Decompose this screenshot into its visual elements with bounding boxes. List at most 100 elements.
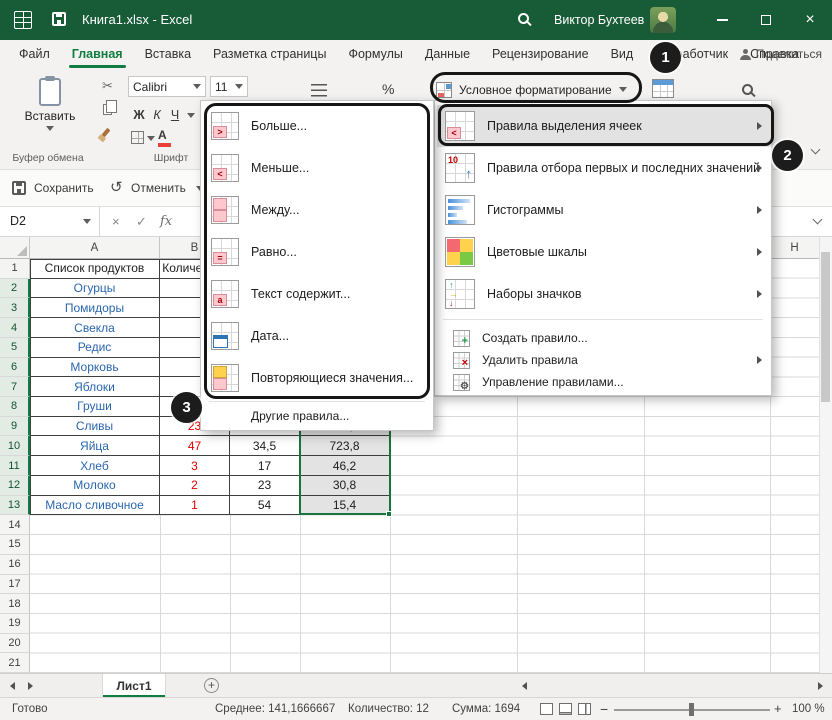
user-name[interactable]: Виктор Бухтеев <box>554 13 644 27</box>
avatar[interactable] <box>650 7 676 33</box>
submenu-item-between[interactable]: Между... <box>203 189 433 231</box>
row-header-2[interactable]: 2 <box>0 279 30 299</box>
row-header-6[interactable]: 6 <box>0 358 30 378</box>
view-normal-button[interactable] <box>540 703 553 715</box>
maximize-button[interactable] <box>744 0 788 40</box>
select-all-corner[interactable] <box>0 237 30 259</box>
row-header-1[interactable]: 1 <box>0 259 30 279</box>
tab-Вставка[interactable]: Вставка <box>134 40 202 68</box>
undo-icon[interactable]: ↺ <box>110 178 123 196</box>
conditional-formatting-button[interactable]: Условное форматирование <box>436 77 627 102</box>
cell-B12[interactable]: 2 <box>160 476 230 496</box>
submenu-item-greater-than[interactable]: >Больше... <box>203 105 433 147</box>
add-sheet-button[interactable]: + <box>204 678 219 693</box>
row-header-18[interactable]: 18 <box>0 594 30 614</box>
cell-A9[interactable]: Сливы <box>30 417 160 437</box>
minimize-button[interactable] <box>700 0 744 40</box>
row-header-11[interactable]: 11 <box>0 456 30 476</box>
row-header-17[interactable]: 17 <box>0 575 30 595</box>
font-size-combo[interactable]: 11 <box>210 76 248 97</box>
submenu-item-duplicate-values[interactable]: Повторяющиеся значения... <box>203 357 433 399</box>
font-name-combo[interactable]: Calibri <box>128 76 206 97</box>
column-header-A[interactable]: A <box>30 237 160 259</box>
tab-Главная[interactable]: Главная <box>61 40 134 68</box>
row-header-4[interactable]: 4 <box>0 318 30 338</box>
enter-icon[interactable]: ✓ <box>136 214 147 230</box>
row-header-15[interactable]: 15 <box>0 535 30 555</box>
name-box[interactable]: D2 <box>0 207 100 236</box>
cell-A4[interactable]: Свекла <box>30 318 160 338</box>
cf-menu-item-color-scales[interactable]: Цветовые шкалы <box>437 231 771 273</box>
ribbon-collapse-chevron[interactable] <box>812 146 819 153</box>
cell-A7[interactable]: Яблоки <box>30 377 160 397</box>
close-button[interactable]: × <box>788 0 832 40</box>
quick-save-icon[interactable] <box>52 12 66 26</box>
tab-Данные[interactable]: Данные <box>414 40 481 68</box>
paste-dropdown-icon[interactable] <box>46 126 54 131</box>
tab-Разметка страницы[interactable]: Разметка страницы <box>202 40 337 68</box>
tab-Файл[interactable]: Файл <box>8 40 61 68</box>
cf-menu-item-top-bottom-rules[interactable]: 10↑Правила отбора первых и последних зна… <box>437 147 771 189</box>
row-header-21[interactable]: 21 <box>0 653 30 673</box>
tab-Вид[interactable]: Вид <box>600 40 645 68</box>
format-painter-button[interactable] <box>104 128 108 137</box>
row-header-8[interactable]: 8 <box>0 397 30 417</box>
tab-Формулы[interactable]: Формулы <box>337 40 413 68</box>
cell-C12[interactable]: 23 <box>230 476 300 496</box>
view-page-break-button[interactable] <box>578 703 591 715</box>
copy-button[interactable] <box>103 104 112 115</box>
format-as-table-icon[interactable] <box>652 79 674 98</box>
cell-B11[interactable]: 3 <box>160 456 230 476</box>
find-button[interactable] <box>742 84 753 95</box>
cell-A10[interactable]: Яйца <box>30 436 160 456</box>
zoom-out-button[interactable]: − <box>600 701 608 717</box>
cf-menu-item-new-rule[interactable]: +Создать правило... <box>437 327 771 349</box>
cell-C11[interactable]: 17 <box>230 456 300 476</box>
cell-A2[interactable]: Огурцы <box>30 279 160 299</box>
submenu-item-less-than[interactable]: <Меньше... <box>203 147 433 189</box>
cut-button[interactable]: ✂ <box>102 78 113 94</box>
row-header-5[interactable]: 5 <box>0 338 30 358</box>
submenu-item-equal-to[interactable]: =Равно... <box>203 231 433 273</box>
row-header-10[interactable]: 10 <box>0 436 30 456</box>
cell-C13[interactable]: 54 <box>230 496 300 516</box>
row-header-13[interactable]: 13 <box>0 496 30 516</box>
cell-A13[interactable]: Масло сливочное <box>30 496 160 516</box>
share-button[interactable]: Поделиться <box>740 47 822 61</box>
zoom-level[interactable]: 100 % <box>792 703 825 715</box>
view-page-layout-button[interactable] <box>559 703 572 715</box>
cf-menu-item-manage-rules[interactable]: ⚙Управление правилами... <box>437 371 771 393</box>
cell-D11[interactable]: 46,2 <box>300 456 390 476</box>
formula-bar-expand-chevron[interactable] <box>814 216 821 223</box>
vertical-scrollbar-thumb[interactable] <box>821 252 830 402</box>
fx-icon[interactable]: fx <box>160 214 172 229</box>
sheet-nav-left-icon[interactable] <box>10 682 15 690</box>
row-header-9[interactable]: 9 <box>0 417 30 437</box>
zoom-slider-thumb[interactable] <box>689 703 694 716</box>
borders-dropdown-icon[interactable] <box>147 136 155 141</box>
row-header-20[interactable]: 20 <box>0 634 30 654</box>
cell-B10[interactable]: 47 <box>160 436 230 456</box>
cell-B13[interactable]: 1 <box>160 496 230 516</box>
cell-D13[interactable]: 15,4 <box>300 496 390 516</box>
row-header-7[interactable]: 7 <box>0 377 30 397</box>
column-header-H[interactable]: H <box>770 237 820 259</box>
cell-A12[interactable]: Молоко <box>30 476 160 496</box>
submenu-item-date-occurring[interactable]: Дата... <box>203 315 433 357</box>
hscroll-right-icon[interactable] <box>818 682 823 690</box>
sheet-nav-right-icon[interactable] <box>28 682 33 690</box>
row-header-16[interactable]: 16 <box>0 555 30 575</box>
font-color-button[interactable]: А <box>158 128 171 147</box>
row-header-3[interactable]: 3 <box>0 298 30 318</box>
cf-menu-item-icon-sets[interactable]: ↑→↓Наборы значков <box>437 273 771 315</box>
cell-A6[interactable]: Морковь <box>30 358 160 378</box>
row-header-14[interactable]: 14 <box>0 515 30 535</box>
borders-button[interactable] <box>131 131 144 144</box>
sheet-tab-list1[interactable]: Лист1 <box>102 674 166 697</box>
zoom-in-button[interactable]: + <box>774 701 782 716</box>
save-button[interactable] <box>12 181 26 195</box>
cell-C10[interactable]: 34,5 <box>230 436 300 456</box>
bold-button[interactable]: Ж <box>131 106 147 124</box>
submenu-item-text-contains[interactable]: aТекст содержит... <box>203 273 433 315</box>
italic-button[interactable]: К <box>149 106 165 124</box>
